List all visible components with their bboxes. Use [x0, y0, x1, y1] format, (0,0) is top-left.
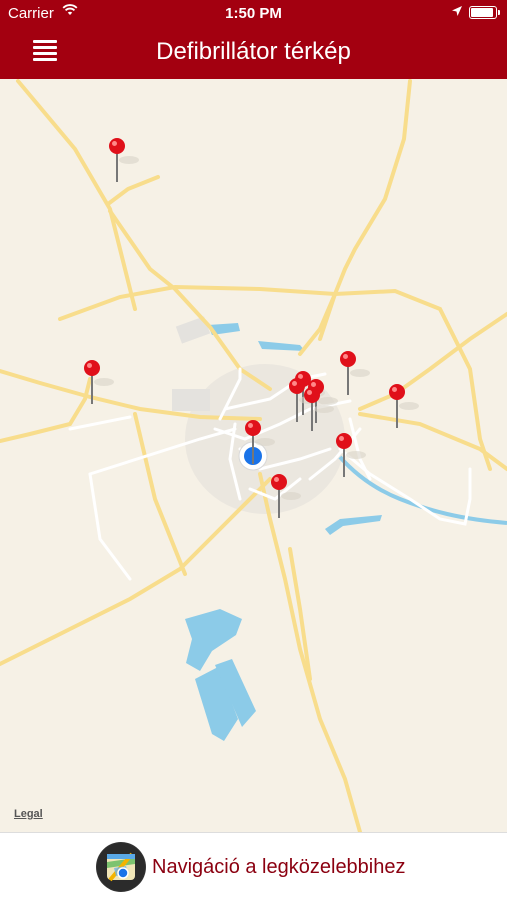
legal-link[interactable]: Legal	[14, 808, 43, 820]
road	[106, 175, 160, 206]
minor-road	[68, 415, 132, 431]
road	[358, 312, 507, 411]
road	[298, 79, 412, 356]
map-canvas[interactable]	[0, 79, 507, 832]
maps-navigation-icon	[96, 842, 146, 892]
building-block	[172, 389, 210, 411]
clock-label: 1:50 PM	[225, 5, 282, 22]
water-body	[325, 515, 382, 535]
battery-icon	[469, 6, 500, 19]
lake	[185, 609, 242, 671]
status-bar: Carrier 1:50 PM	[0, 0, 507, 28]
red-pin-icon[interactable]	[109, 138, 139, 182]
road	[0, 377, 92, 443]
road	[258, 472, 362, 832]
minor-road	[88, 472, 132, 581]
water-body	[258, 341, 305, 351]
navigate-to-nearest-label: Navigáció a legközelebbihez	[152, 856, 406, 878]
bottom-bar: Navigáció a legközelebbihez	[0, 832, 507, 901]
location-arrow-icon	[451, 4, 463, 21]
navigation-bar: Carrier 1:50 PM Defibrillátor térkép	[0, 0, 507, 79]
map-view[interactable]: Legal	[0, 79, 507, 832]
road	[318, 292, 337, 341]
page-title: Defibrillátor térkép	[156, 38, 351, 65]
road	[133, 412, 187, 576]
red-pin-icon[interactable]	[340, 351, 370, 395]
road	[358, 412, 507, 471]
